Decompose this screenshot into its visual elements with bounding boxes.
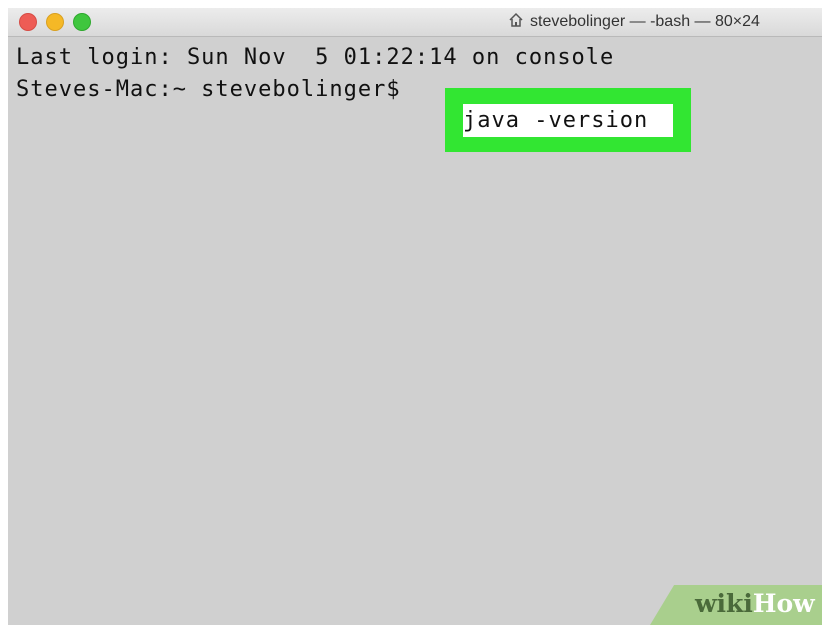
minimize-button[interactable] [46,13,64,31]
terminal-command: java -version [463,108,649,133]
window-title-text: stevebolinger — -bash — 80×24 [530,13,760,30]
watermark-text: wikiHow [695,589,815,618]
watermark-wiki: wiki [695,589,753,618]
last-login-line: Last login: Sun Nov 5 01:22:14 on consol… [16,45,615,70]
title-bar[interactable]: stevebolinger — -bash — 80×24 [8,8,822,37]
window-title: stevebolinger — -bash — 80×24 [508,8,760,36]
watermark-how: How [752,589,815,618]
zoom-button[interactable] [73,13,91,31]
terminal-window: stevebolinger — -bash — 80×24 Last login… [8,8,822,625]
terminal-body[interactable]: Last login: Sun Nov 5 01:22:14 on consol… [8,37,822,625]
home-icon [508,10,524,38]
prompt-line: Steves-Mac:~ stevebolinger$ [16,77,415,102]
wikihow-watermark: wikiHow [650,585,822,625]
close-button[interactable] [19,13,37,31]
